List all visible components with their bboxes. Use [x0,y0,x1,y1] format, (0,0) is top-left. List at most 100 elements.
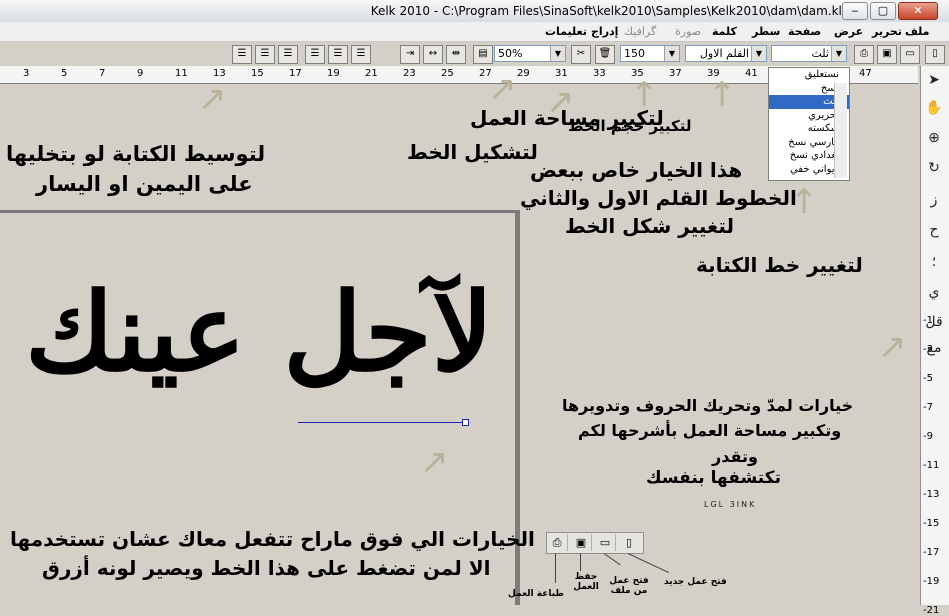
direction-rtl-icon[interactable]: ⇥ [400,45,420,64]
vruler-tick-label: -19 [923,576,940,587]
ruler-tick-label: 17 [289,68,302,79]
new-label: فتح عمل جديد [664,577,727,587]
align-right-icon[interactable]: ☰ [232,45,252,64]
calligraphy-word[interactable]: لآجل عينك [25,270,493,396]
ruler-tick-label: 25 [441,68,454,79]
annotation-bottom-2: الا لمن تضغط على هذا الخط ويصير لونه أزر… [42,556,491,580]
menu-edit[interactable]: تحرير [872,25,902,38]
ruler-tick-label: 37 [669,68,682,79]
annotation-change-font: لتغيير خط الكتابة [696,253,863,277]
pointer-line [627,553,669,573]
chevron-down-icon: ▼ [751,46,766,61]
hand-tool-icon[interactable]: ✋ [924,100,944,124]
minimize-button[interactable]: ‒ [842,2,868,20]
annotation-tools-3: وتقدر [712,447,758,466]
kashida-tool-icon[interactable]: ح [924,222,944,246]
save-icon[interactable]: ▣ [877,45,897,64]
baseline-handle[interactable] [462,419,469,426]
ruler-tick-label: 7 [99,68,106,79]
zoom-select[interactable]: 50% ▼ [494,45,566,62]
align-center-icon[interactable]: ☰ [255,45,275,64]
open-folder-icon[interactable]: ▭ [900,45,920,64]
annotation-tools-2: وتكبير مساحة العمل بأشرحها لكم [578,421,842,440]
expand-icon[interactable]: ↔ [423,45,443,64]
rotate-tool-icon[interactable]: ↻ [924,160,944,184]
vruler-tick-label: -11 [923,460,940,471]
justify-right-icon[interactable]: ☰ [305,45,325,64]
vruler-tick-label: -7 [923,402,933,413]
pointer-tool-icon[interactable]: ➤ [924,72,944,96]
menu-insert[interactable]: إدراج [591,25,618,38]
chevron-down-icon: ▼ [550,46,565,61]
ruler-tick-label: 13 [213,68,226,79]
stretch-tool-icon[interactable]: ز [924,192,944,216]
new-document-icon[interactable]: ▯ [925,45,945,64]
annotation-tools-1: خيارات لمدّ وتحريك الحروف وتدويرها [562,396,854,415]
page-setup-icon[interactable]: ▤ [473,45,493,64]
ruler-tick-label: 29 [517,68,530,79]
new-document-icon[interactable]: ▯ [619,534,639,551]
vruler-tick-label: -13 [923,489,940,500]
annotation-shape: لتشكيل الخط [407,140,538,164]
ruler-tick-label: 31 [555,68,568,79]
save-label: حفظ العمل [573,572,599,592]
ruler-tick-label: 3 [23,68,30,79]
font-select[interactable]: ثلث ▼ [771,45,847,62]
pointer-line [580,553,581,571]
close-button[interactable]: ✕ [898,2,938,20]
pen-select[interactable]: القلم الاول ▼ [685,45,767,62]
pointer-line [555,553,556,583]
ruler-tick-label: 47 [859,68,872,79]
ma-tool-icon[interactable]: مع [924,340,944,364]
font-size-select[interactable]: 150 ▼ [620,45,680,62]
vruler-tick-label: -21 [923,605,940,616]
menu-file[interactable]: ملف [905,25,929,38]
pointer-line [603,553,621,566]
shrink-icon[interactable]: ⇹ [446,45,466,64]
justify-center-icon[interactable]: ☰ [328,45,348,64]
annotation-tools-4: تكتشفها بنفسك [646,468,781,488]
font-value: ثلث [811,47,829,60]
signature: LGL 3INK [704,500,757,509]
menu-graphic[interactable]: گرافيك [624,25,656,38]
main-toolbar: ☰ ☰ ☰ ☰ ☰ ☰ ⇥ ↔ ⇹ ▤ 50% ▼ ✂ 🗑 150 ▼ القل… [0,42,949,67]
qal-tool-icon[interactable]: قل [924,314,944,338]
zoom-in-icon[interactable]: ⊕ [924,130,944,154]
annotation-pen-2: الخطوط القلم الاول والثاني [520,186,797,210]
align-left-icon[interactable]: ☰ [278,45,298,64]
pen-value: القلم الاول [699,47,749,60]
annotation-pen-1: هذا الخيار خاص ببعض [530,158,743,182]
menu-word[interactable]: كلمة [712,25,737,38]
print-icon[interactable]: ⎙ [854,45,874,64]
print-label: طباعة العمل [508,589,564,599]
justify-left-icon[interactable]: ☰ [351,45,371,64]
vruler-tick-label: -17 [923,547,940,558]
ruler-tick-label: 41 [745,68,758,79]
menu-image[interactable]: صورة [675,25,701,38]
menu-line[interactable]: سطر [752,25,780,38]
ruler-tick-label: 21 [365,68,378,79]
menu-page[interactable]: صفحة [788,25,821,38]
font-list-scrollbar[interactable] [834,83,847,178]
save-icon[interactable]: ▣ [571,534,592,551]
selected-baseline[interactable] [298,422,466,423]
print-icon[interactable]: ⎙ [547,534,568,551]
tashkeel-tool-icon[interactable]: ✂ [571,45,591,64]
dots-tool-icon[interactable]: ؛ [924,254,944,278]
annotation-bottom-1: الخيارات الي فوق ماراح تتفعل معاك عشان ت… [10,527,535,551]
open-folder-icon[interactable]: ▭ [595,534,616,551]
ya-tool-icon[interactable]: ي [924,284,944,308]
menu-view[interactable]: عرض [834,25,863,38]
vruler-tick-label: -5 [923,373,933,384]
font-list-item[interactable]: نستعليق [769,68,849,82]
arrow-annotation: ↗ [488,69,517,109]
ruler-tick-label: 19 [327,68,340,79]
chevron-down-icon: ▼ [664,46,679,61]
maximize-button[interactable]: ▢ [870,2,896,20]
ruler-tick-label: 5 [61,68,68,79]
ruler-tick-label: 33 [593,68,606,79]
mini-toolbar: ⎙ ▣ ▭ ▯ [546,532,644,554]
ruler-tick-label: 9 [137,68,144,79]
menu-help[interactable]: تعليمات [545,25,587,38]
delete-icon[interactable]: 🗑 [595,45,615,64]
